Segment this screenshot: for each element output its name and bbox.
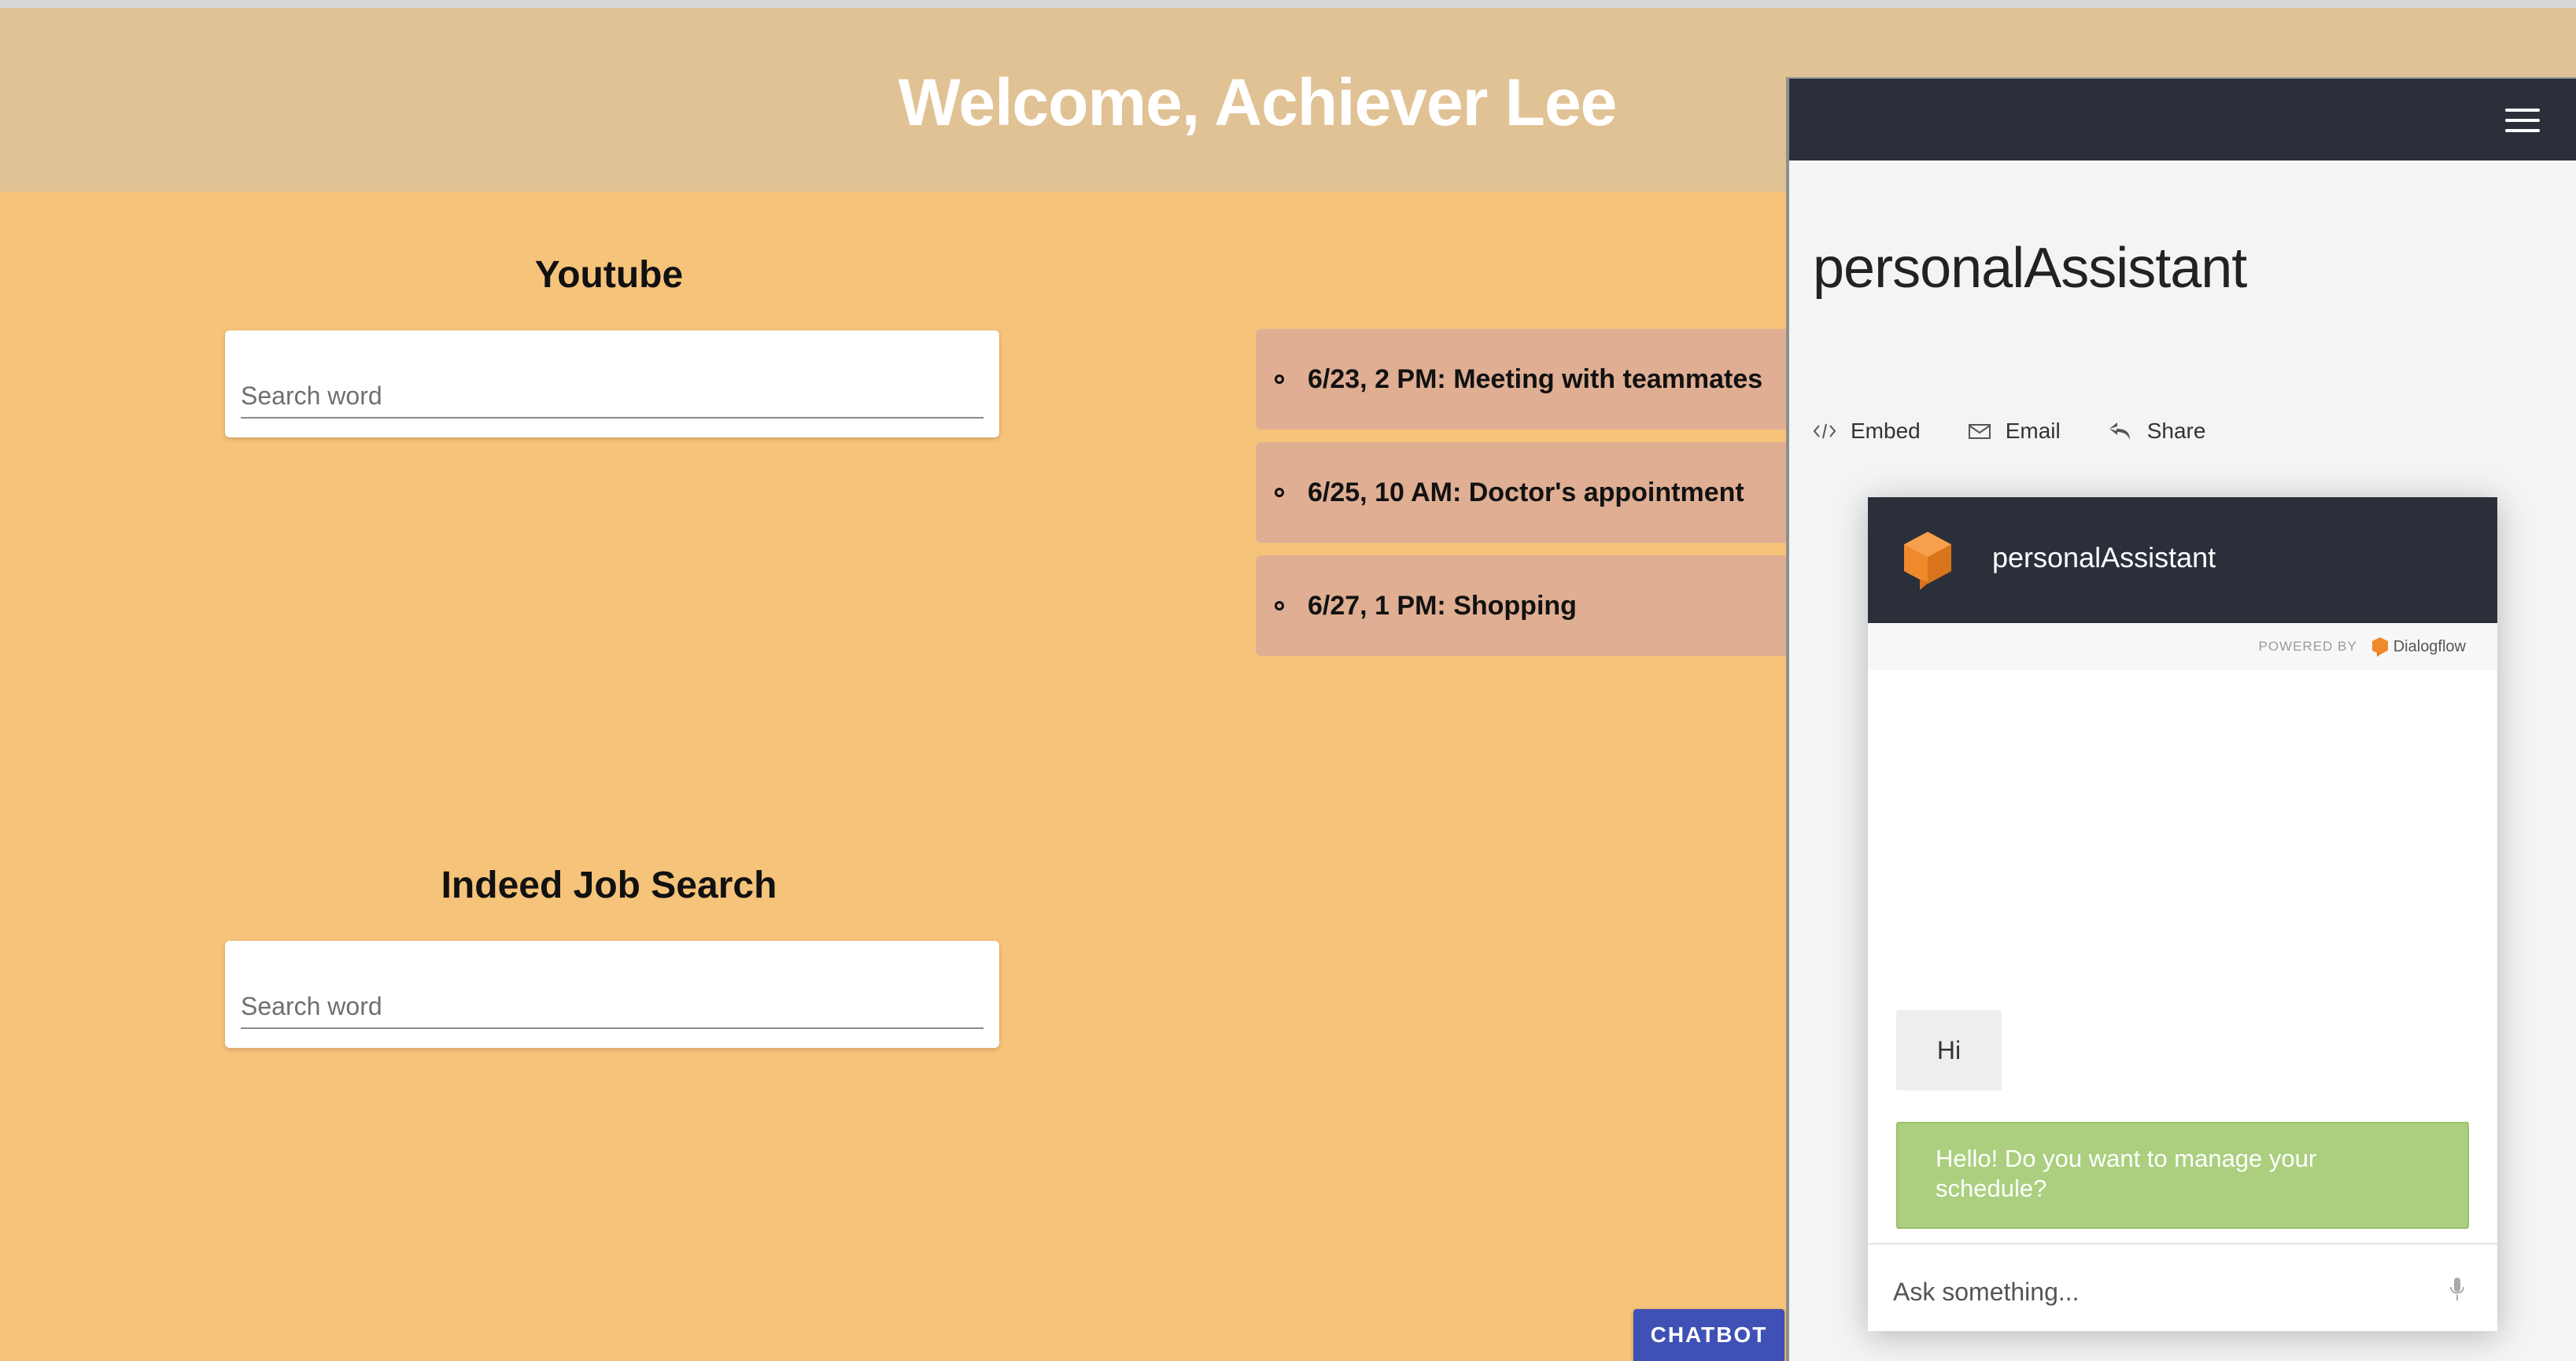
mail-icon (1968, 424, 1991, 439)
input-divider (1868, 1243, 2497, 1245)
dialogflow-brand-label: Dialogflow (2393, 637, 2466, 655)
share-label: Share (2146, 419, 2206, 443)
chat-input[interactable] (1893, 1273, 2428, 1311)
event-item[interactable]: 6/23, 2 PM: Meeting with teammates (1256, 329, 1807, 430)
indeed-search-input[interactable] (241, 985, 984, 1029)
browser-edge (0, 0, 2576, 8)
email-button[interactable]: Email (1968, 419, 2061, 444)
bot-message: Hello! Do you want to manage your schedu… (1896, 1122, 2469, 1229)
code-icon (1813, 423, 1836, 439)
embed-button[interactable]: Embed (1813, 419, 1921, 444)
event-item[interactable]: 6/27, 1 PM: Shopping (1256, 555, 1807, 656)
powered-by-bar: POWERED BY Dialogflow (1868, 623, 2497, 670)
email-label: Email (2005, 419, 2061, 443)
agent-title: personalAssistant (1813, 237, 2247, 300)
youtube-title: Youtube (534, 254, 684, 296)
dialogflow-logo-icon (1904, 532, 1951, 590)
powered-by-label: POWERED BY (2258, 639, 2357, 654)
event-text: 6/23, 2 PM: Meeting with teammates (1308, 363, 1763, 394)
reply-icon (2109, 422, 2130, 440)
microphone-icon[interactable] (2449, 1276, 2466, 1303)
dialogflow-topbar (1789, 79, 2576, 160)
hamburger-menu-icon[interactable] (2505, 109, 2540, 132)
page: Welcome, Achiever Lee Youtube Indeed Job… (0, 0, 2576, 1361)
user-message: Hi (1896, 1010, 2002, 1090)
chat-widget: personalAssistant POWERED BY Dialogflow … (1868, 497, 2497, 1331)
dialogflow-brand: Dialogflow (2371, 636, 2466, 657)
indeed-title: Indeed Job Search (441, 865, 777, 906)
youtube-search-input[interactable] (241, 374, 984, 419)
event-text: 6/27, 1 PM: Shopping (1308, 590, 1577, 621)
youtube-search-card (225, 330, 999, 437)
chatbot-button[interactable]: CHATBOT (1633, 1309, 1784, 1361)
bullet-icon (1275, 374, 1284, 384)
event-item[interactable]: 6/25, 10 AM: Doctor's appointment (1256, 442, 1807, 543)
bullet-icon (1275, 488, 1284, 497)
dialogflow-small-icon (2371, 637, 2388, 657)
indeed-search-card (225, 941, 999, 1048)
bullet-icon (1275, 601, 1284, 610)
event-text: 6/25, 10 AM: Doctor's appointment (1308, 477, 1744, 507)
share-actions: Embed Email Share (1813, 419, 2253, 444)
chat-widget-header: personalAssistant (1868, 497, 2497, 623)
dialogflow-panel: personalAssistant Embed Email Share pers… (1786, 77, 2576, 1361)
embed-label: Embed (1851, 419, 1921, 443)
chat-widget-title: personalAssistant (1992, 541, 2216, 574)
share-button[interactable]: Share (2108, 419, 2206, 444)
